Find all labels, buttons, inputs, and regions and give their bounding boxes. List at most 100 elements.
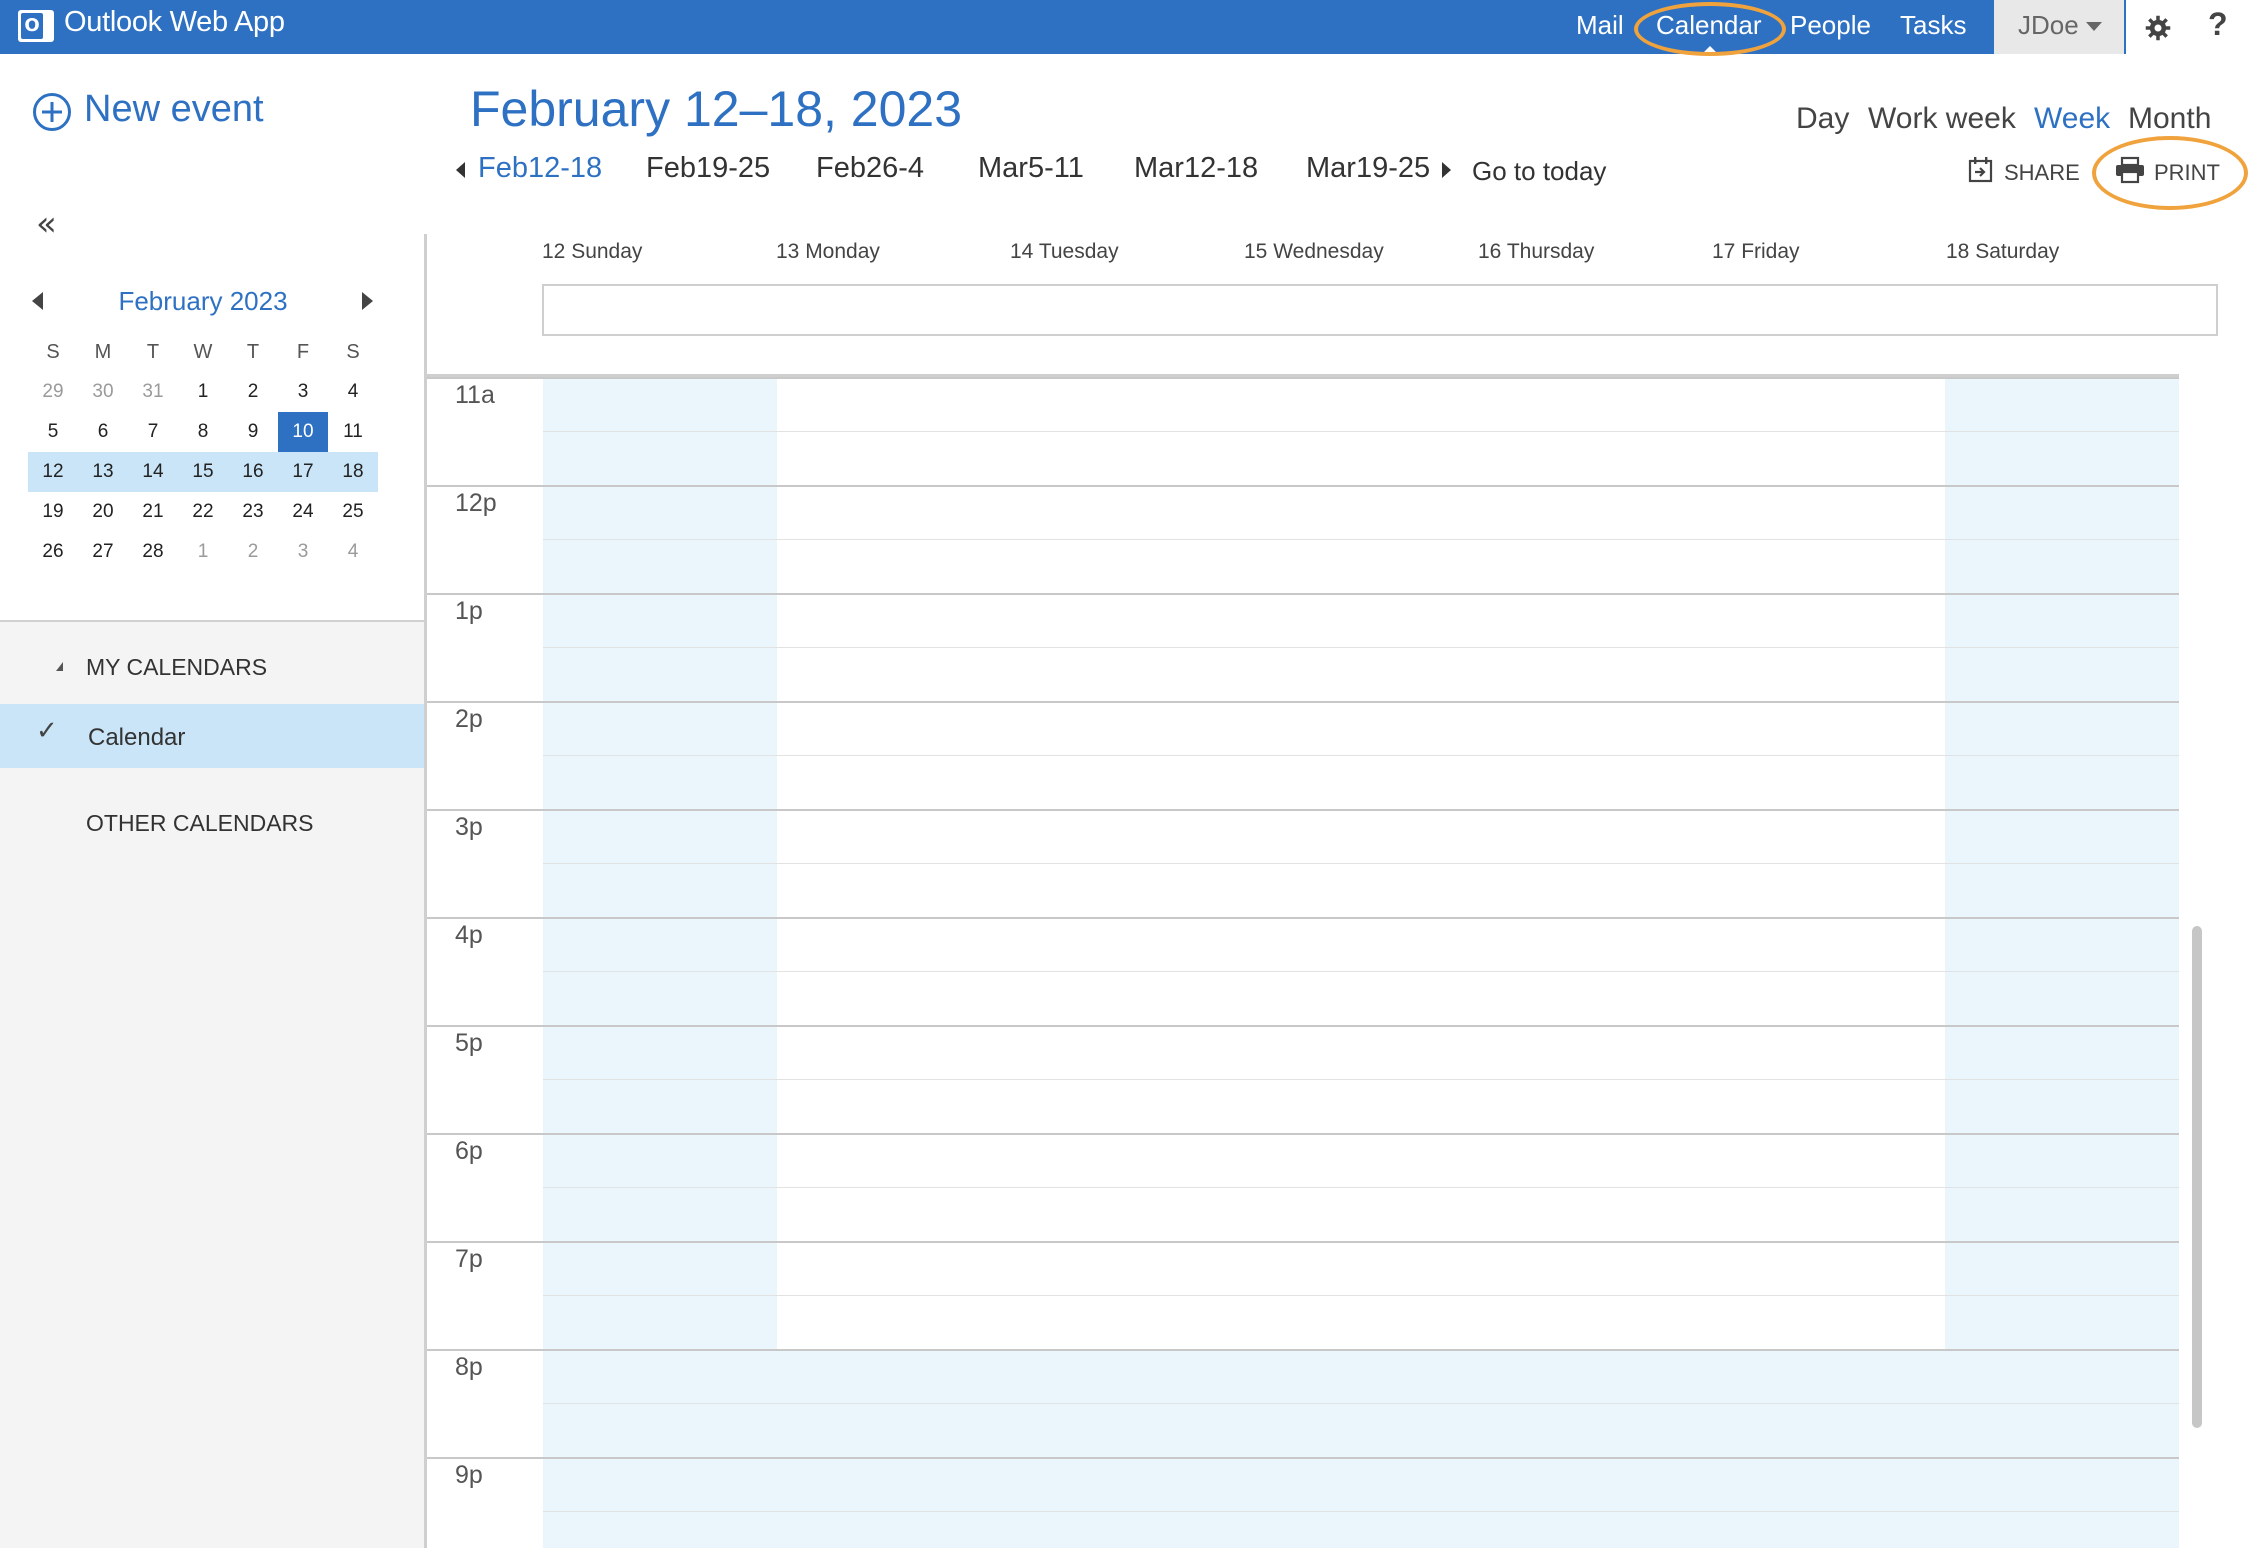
time-grid[interactable]: 11a 12p 1p 2p 3p 4p 5p 6p 7p 8p 9p <box>427 377 2179 1548</box>
calendar-list-item-label[interactable]: Calendar <box>88 724 185 752</box>
view-month[interactable]: Month <box>2128 102 2211 136</box>
view-week[interactable]: Week <box>2034 102 2110 136</box>
mini-day[interactable]: 23 <box>228 492 278 532</box>
mini-day[interactable]: 26 <box>28 532 78 572</box>
mini-day[interactable]: 3 <box>278 532 328 572</box>
mini-day[interactable]: 25 <box>328 492 378 532</box>
expand-triangle-icon[interactable] <box>56 662 63 671</box>
checkmark-icon[interactable]: ✓ <box>36 716 58 746</box>
half-hour-line <box>543 863 2179 864</box>
mini-day[interactable]: 1 <box>178 532 228 572</box>
day-header-thursday[interactable]: 16 Thursday <box>1478 240 1594 264</box>
mini-day[interactable]: 5 <box>28 412 78 452</box>
hour-row[interactable]: 5p <box>427 1025 2179 1133</box>
mini-day[interactable]: 6 <box>78 412 128 452</box>
day-header-tuesday[interactable]: 14 Tuesday <box>1010 240 1119 264</box>
mini-calendar-prev-icon[interactable] <box>32 292 43 310</box>
hour-label: 7p <box>455 1245 483 1273</box>
mini-day[interactable]: 9 <box>228 412 278 452</box>
hour-row[interactable]: 11a <box>427 377 2179 485</box>
chevron-down-icon[interactable] <box>2086 22 2102 31</box>
gear-icon[interactable] <box>2144 14 2172 42</box>
nav-people[interactable]: People <box>1790 10 1871 41</box>
mini-day[interactable]: 29 <box>28 372 78 412</box>
mini-day[interactable]: 28 <box>128 532 178 572</box>
mini-calendar-next-icon[interactable] <box>362 292 373 310</box>
mini-day[interactable]: 4 <box>328 532 378 572</box>
day-header-monday[interactable]: 13 Monday <box>776 240 880 264</box>
print-highlight-ring <box>2092 136 2248 210</box>
week-link[interactable]: Feb26-4 <box>816 152 924 185</box>
half-hour-line <box>543 431 2179 432</box>
hour-label: 3p <box>455 813 483 841</box>
mini-day[interactable]: 22 <box>178 492 228 532</box>
mini-day[interactable]: 13 <box>78 452 128 492</box>
hour-label: 8p <box>455 1353 483 1381</box>
hour-row[interactable]: 8p <box>427 1349 2179 1457</box>
logo-letter: O <box>21 13 43 39</box>
mini-day[interactable]: 27 <box>78 532 128 572</box>
week-link[interactable]: Mar5-11 <box>978 152 1084 185</box>
next-week-icon[interactable] <box>1442 162 1451 178</box>
mini-day[interactable]: 1 <box>178 372 228 412</box>
vertical-scrollbar[interactable] <box>2192 926 2202 1428</box>
nav-mail[interactable]: Mail <box>1576 10 1624 41</box>
help-icon[interactable]: ? <box>2208 6 2228 43</box>
mini-day[interactable]: 12 <box>28 452 78 492</box>
left-pane-divider <box>0 620 424 622</box>
mini-day[interactable]: 21 <box>128 492 178 532</box>
mini-day[interactable]: 24 <box>278 492 328 532</box>
new-event-button[interactable]: New event <box>84 88 264 131</box>
mini-day[interactable]: 18 <box>328 452 378 492</box>
week-link[interactable]: Feb19-25 <box>646 152 770 185</box>
day-header-saturday[interactable]: 18 Saturday <box>1946 240 2059 264</box>
view-day[interactable]: Day <box>1796 102 1849 136</box>
hour-row[interactable]: 2p <box>427 701 2179 809</box>
share-icon[interactable] <box>1968 156 1994 184</box>
my-calendars-heading[interactable]: MY CALENDARS <box>86 654 267 681</box>
week-link[interactable]: Mar12-18 <box>1134 152 1258 185</box>
add-circle-icon[interactable] <box>32 92 72 132</box>
week-link-current[interactable]: Feb12-18 <box>478 152 602 185</box>
share-button[interactable]: SHARE <box>2004 160 2080 186</box>
go-to-today-link[interactable]: Go to today <box>1472 156 1606 187</box>
mini-day[interactable]: 15 <box>178 452 228 492</box>
mini-day[interactable]: 11 <box>328 412 378 452</box>
hour-row[interactable]: 4p <box>427 917 2179 1025</box>
mini-day[interactable]: 19 <box>28 492 78 532</box>
calendar-list-item[interactable] <box>0 704 424 768</box>
mini-day[interactable]: 30 <box>78 372 128 412</box>
mini-day[interactable]: 2 <box>228 372 278 412</box>
day-header-friday[interactable]: 17 Friday <box>1712 240 1800 264</box>
mini-day[interactable]: 20 <box>78 492 128 532</box>
mini-day[interactable]: 3 <box>278 372 328 412</box>
hour-row[interactable]: 7p <box>427 1241 2179 1349</box>
collapse-pane-icon[interactable]: « <box>36 204 57 244</box>
mini-day[interactable]: 4 <box>328 372 378 412</box>
hour-row[interactable]: 1p <box>427 593 2179 701</box>
mini-day[interactable]: 17 <box>278 452 328 492</box>
view-work-week[interactable]: Work week <box>1868 102 2016 136</box>
hour-row[interactable]: 6p <box>427 1133 2179 1241</box>
prev-week-icon[interactable] <box>456 162 465 178</box>
week-link[interactable]: Mar19-25 <box>1306 152 1430 185</box>
hour-row[interactable]: 3p <box>427 809 2179 917</box>
day-header-wednesday[interactable]: 15 Wednesday <box>1244 240 1384 264</box>
hour-row[interactable]: 9p <box>427 1457 2179 1548</box>
mini-day[interactable]: 2 <box>228 532 278 572</box>
mini-day-today[interactable]: 10 <box>278 412 328 452</box>
mini-day[interactable]: 8 <box>178 412 228 452</box>
all-day-events-area[interactable] <box>542 284 2218 336</box>
hour-row[interactable]: 12p <box>427 485 2179 593</box>
mini-day[interactable]: 31 <box>128 372 178 412</box>
user-name[interactable]: JDoe <box>2018 10 2079 41</box>
mini-day[interactable]: 7 <box>128 412 178 452</box>
half-hour-line <box>543 647 2179 648</box>
mini-day[interactable]: 16 <box>228 452 278 492</box>
mini-day[interactable]: 14 <box>128 452 178 492</box>
mini-calendar-title[interactable]: February 2023 <box>70 286 336 317</box>
hour-line <box>427 1133 2179 1135</box>
nav-tasks[interactable]: Tasks <box>1900 10 1966 41</box>
day-header-sunday[interactable]: 12 Sunday <box>542 240 642 264</box>
other-calendars-heading[interactable]: OTHER CALENDARS <box>86 810 313 837</box>
